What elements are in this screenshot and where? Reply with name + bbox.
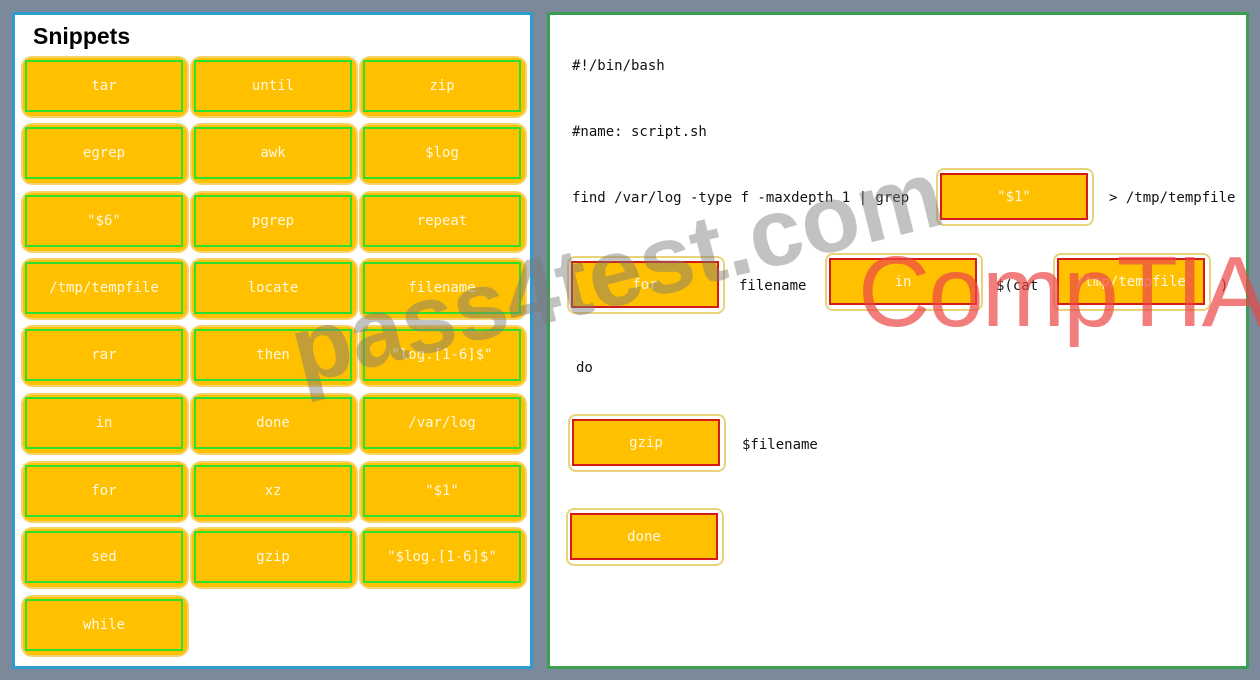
snippet-label: in bbox=[25, 397, 183, 449]
snippet-label: /var/log bbox=[363, 397, 521, 449]
snippet-chip[interactable]: filename bbox=[361, 260, 525, 318]
snippet-label: sed bbox=[25, 531, 183, 583]
script-line-filename-var: $filename bbox=[742, 437, 818, 453]
script-line-cat: $(cat bbox=[996, 278, 1039, 294]
snippet-chip[interactable]: repeat bbox=[361, 193, 525, 251]
snippet-label: egrep bbox=[25, 127, 183, 179]
script-line-filename: filename bbox=[739, 278, 807, 294]
script-line-find: find /var/log -type f -maxdepth 1 | grep bbox=[572, 190, 910, 206]
placed-snippet[interactable]: for bbox=[571, 261, 719, 308]
snippet-chip[interactable]: while bbox=[23, 597, 187, 655]
snippets-title: Snippets bbox=[33, 23, 131, 49]
snippet-chip[interactable]: pgrep bbox=[192, 193, 356, 251]
snippet-chip[interactable]: /tmp/tempfile bbox=[23, 260, 187, 318]
answer-drop-zone[interactable]: "$1" bbox=[936, 168, 1094, 226]
snippet-chip[interactable]: xz bbox=[192, 463, 356, 521]
snippet-label: locate bbox=[194, 262, 352, 314]
snippet-chip[interactable]: "$1" bbox=[361, 463, 525, 521]
placed-snippet[interactable]: /tmp/tempfile bbox=[1057, 258, 1205, 305]
snippet-label: /tmp/tempfile bbox=[25, 262, 183, 314]
snippet-chip[interactable]: until bbox=[192, 58, 356, 116]
snippet-label: "$log.[1-6]$" bbox=[363, 531, 521, 583]
snippet-label: "$1" bbox=[363, 465, 521, 517]
snippet-label: repeat bbox=[363, 195, 521, 247]
script-line-name: #name: script.sh bbox=[572, 124, 707, 140]
answer-drop-zone[interactable]: gzip bbox=[568, 414, 726, 472]
snippet-chip[interactable]: $log bbox=[361, 125, 525, 183]
snippet-label: for bbox=[25, 465, 183, 517]
script-panel: #!/bin/bash #name: script.sh find /var/l… bbox=[547, 12, 1249, 669]
snippet-chip[interactable]: /var/log bbox=[361, 395, 525, 453]
snippet-label: then bbox=[194, 329, 352, 381]
answer-drop-zone[interactable]: /tmp/tempfile bbox=[1053, 253, 1211, 311]
snippet-label: done bbox=[194, 397, 352, 449]
snippet-label: gzip bbox=[194, 531, 352, 583]
snippet-chip[interactable]: done bbox=[192, 395, 356, 453]
placed-snippet[interactable]: "$1" bbox=[940, 173, 1088, 220]
placed-snippet[interactable]: in bbox=[829, 258, 977, 305]
snippet-label: while bbox=[25, 599, 183, 651]
snippet-chip[interactable]: sed bbox=[23, 529, 187, 587]
snippet-label: filename bbox=[363, 262, 521, 314]
answer-drop-zone[interactable]: done bbox=[566, 508, 724, 566]
snippet-chip[interactable]: in bbox=[23, 395, 187, 453]
snippet-label: rar bbox=[25, 329, 183, 381]
snippet-label: "$6" bbox=[25, 195, 183, 247]
snippet-label: $log bbox=[363, 127, 521, 179]
snippet-chip[interactable]: zip bbox=[361, 58, 525, 116]
script-line-shebang: #!/bin/bash bbox=[572, 58, 665, 74]
snippets-panel: Snippets tar until zip egrep awk $log "$6" pgre… bbox=[12, 12, 533, 669]
snippet-chip[interactable]: rar bbox=[23, 327, 187, 385]
snippet-chip[interactable]: "$6" bbox=[23, 193, 187, 251]
snippet-chip[interactable]: egrep bbox=[23, 125, 187, 183]
snippet-chip[interactable]: locate bbox=[192, 260, 356, 318]
snippet-chip[interactable]: awk bbox=[192, 125, 356, 183]
placed-snippet[interactable]: done bbox=[570, 513, 718, 560]
snippet-label: tar bbox=[25, 60, 183, 112]
snippet-label: xz bbox=[194, 465, 352, 517]
placed-snippet[interactable]: gzip bbox=[572, 419, 720, 466]
answer-drop-zone[interactable]: in bbox=[825, 253, 983, 311]
script-line-redirect: > /tmp/tempfile bbox=[1109, 190, 1236, 206]
snippet-chip[interactable]: "log.[1-6]$" bbox=[361, 327, 525, 385]
snippet-chip[interactable]: for bbox=[23, 463, 187, 521]
snippet-chip[interactable]: gzip bbox=[192, 529, 356, 587]
script-line-do: do bbox=[576, 360, 593, 376]
snippet-label: awk bbox=[194, 127, 352, 179]
snippet-label: "log.[1-6]$" bbox=[363, 329, 521, 381]
answer-drop-zone[interactable]: for bbox=[567, 256, 725, 314]
snippet-chip[interactable]: tar bbox=[23, 58, 187, 116]
snippet-label: pgrep bbox=[194, 195, 352, 247]
snippet-label: until bbox=[194, 60, 352, 112]
snippet-chip[interactable]: "$log.[1-6]$" bbox=[361, 529, 525, 587]
script-line-close-paren: ) bbox=[1220, 278, 1229, 294]
snippet-label: zip bbox=[363, 60, 521, 112]
snippet-chip[interactable]: then bbox=[192, 327, 356, 385]
